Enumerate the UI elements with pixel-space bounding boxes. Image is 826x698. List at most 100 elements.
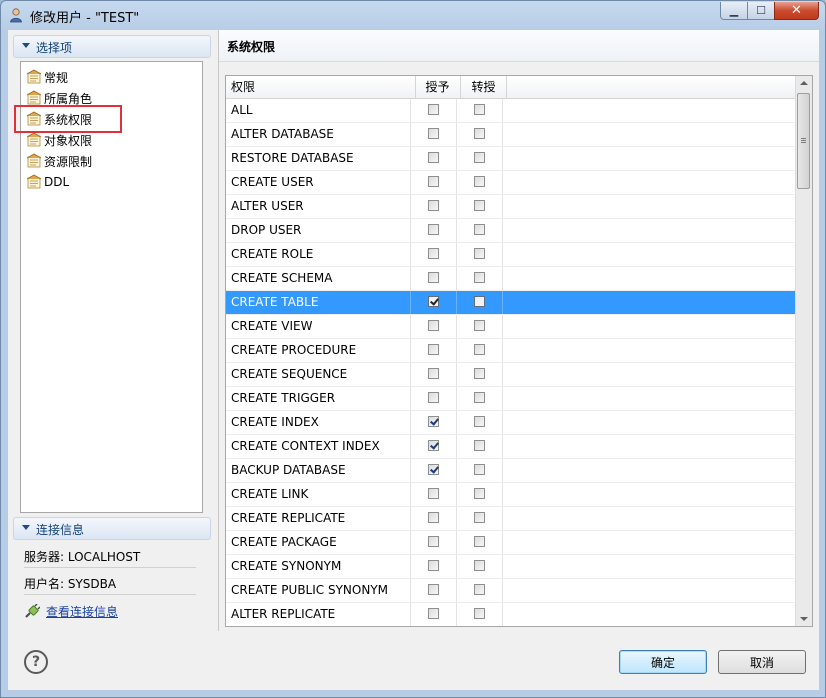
table-row[interactable]: CREATE PACKAGE <box>226 531 796 555</box>
grant-checkbox[interactable] <box>428 392 439 403</box>
grant-checkbox[interactable] <box>428 488 439 499</box>
table-row[interactable]: CREATE CONTEXT INDEX <box>226 435 796 459</box>
regrant-checkbox[interactable] <box>474 368 485 379</box>
ok-button[interactable]: 确定 <box>619 650 707 674</box>
table-row[interactable]: CREATE PROCEDURE <box>226 339 796 363</box>
column-divider <box>502 363 503 386</box>
minimize-button[interactable]: ▁ <box>720 2 748 20</box>
grant-checkbox[interactable] <box>428 536 439 547</box>
regrant-checkbox[interactable] <box>474 320 485 331</box>
vertical-scrollbar[interactable] <box>795 76 812 626</box>
table-row[interactable]: ALTER REPLICATE <box>226 603 796 626</box>
username-info: 用户名: SYSDBA <box>24 577 117 591</box>
regrant-checkbox[interactable] <box>474 416 485 427</box>
table-row[interactable]: DROP USER <box>226 219 796 243</box>
grant-checkbox[interactable] <box>428 440 439 451</box>
grant-checkbox[interactable] <box>428 584 439 595</box>
regrant-checkbox[interactable] <box>474 560 485 571</box>
column-header-privilege[interactable]: 权限 <box>226 76 416 98</box>
page-title: 系统权限 <box>227 40 276 54</box>
help-icon[interactable]: ? <box>24 650 48 674</box>
column-header-regrant[interactable]: 转授 <box>461 76 507 98</box>
regrant-checkbox[interactable] <box>474 608 485 619</box>
close-button[interactable]: ✕ <box>774 2 819 20</box>
column-divider <box>502 507 503 530</box>
regrant-checkbox[interactable] <box>474 536 485 547</box>
privilege-name: CREATE TABLE <box>231 295 319 309</box>
regrant-checkbox[interactable] <box>474 440 485 451</box>
table-row[interactable]: CREATE TRIGGER <box>226 387 796 411</box>
regrant-checkbox[interactable] <box>474 104 485 115</box>
grant-checkbox[interactable] <box>428 368 439 379</box>
regrant-checkbox[interactable] <box>474 224 485 235</box>
table-row[interactable]: BACKUP DATABASE <box>226 459 796 483</box>
grant-checkbox[interactable] <box>428 224 439 235</box>
grant-checkbox[interactable] <box>428 128 439 139</box>
regrant-checkbox[interactable] <box>474 152 485 163</box>
scroll-up-arrow-icon[interactable] <box>800 81 808 85</box>
grant-checkbox[interactable] <box>428 296 439 307</box>
section-header-connection[interactable]: 连接信息 <box>13 517 211 540</box>
grant-checkbox[interactable] <box>428 272 439 283</box>
regrant-checkbox[interactable] <box>474 392 485 403</box>
view-connection-row: 查看连接信息 <box>24 603 118 620</box>
table-row[interactable]: RESTORE DATABASE <box>226 147 796 171</box>
grant-checkbox[interactable] <box>428 560 439 571</box>
cancel-button[interactable]: 取消 <box>718 650 806 674</box>
regrant-checkbox[interactable] <box>474 272 485 283</box>
tree-item[interactable]: 常规 <box>26 67 68 87</box>
regrant-checkbox[interactable] <box>474 512 485 523</box>
table-row[interactable]: CREATE PUBLIC SYNONYM <box>226 579 796 603</box>
tree-item[interactable]: 对象权限 <box>26 130 92 150</box>
column-divider <box>456 291 457 314</box>
tree-item[interactable]: 资源限制 <box>26 151 92 171</box>
regrant-checkbox[interactable] <box>474 488 485 499</box>
view-connection-link[interactable]: 查看连接信息 <box>46 603 118 620</box>
column-divider <box>410 267 411 290</box>
grant-checkbox[interactable] <box>428 104 439 115</box>
scroll-thumb[interactable] <box>797 93 810 189</box>
grant-checkbox[interactable] <box>428 152 439 163</box>
regrant-checkbox[interactable] <box>474 248 485 259</box>
grant-checkbox[interactable] <box>428 248 439 259</box>
privilege-name: CREATE PACKAGE <box>231 535 337 549</box>
grant-checkbox[interactable] <box>428 176 439 187</box>
title-bar[interactable]: 修改用户 - "TEST" ▁ ☐ ✕ <box>1 1 825 29</box>
table-row[interactable]: CREATE SEQUENCE <box>226 363 796 387</box>
maximize-button[interactable]: ☐ <box>747 2 775 20</box>
section-header-options[interactable]: 选择项 <box>13 35 211 58</box>
table-row[interactable]: CREATE VIEW <box>226 315 796 339</box>
column-divider <box>502 219 503 242</box>
column-header-grant[interactable]: 授予 <box>415 76 461 98</box>
table-row[interactable]: CREATE ROLE <box>226 243 796 267</box>
regrant-checkbox[interactable] <box>474 584 485 595</box>
scroll-down-arrow-icon[interactable] <box>800 617 808 621</box>
regrant-checkbox[interactable] <box>474 344 485 355</box>
table-row[interactable]: ALTER USER <box>226 195 796 219</box>
table-row[interactable]: CREATE INDEX <box>226 411 796 435</box>
regrant-checkbox[interactable] <box>474 296 485 307</box>
table-row[interactable]: CREATE LINK <box>226 483 796 507</box>
grant-checkbox[interactable] <box>428 608 439 619</box>
regrant-checkbox[interactable] <box>474 464 485 475</box>
regrant-checkbox[interactable] <box>474 176 485 187</box>
grant-checkbox[interactable] <box>428 512 439 523</box>
column-divider <box>456 123 457 146</box>
grant-checkbox[interactable] <box>428 344 439 355</box>
table-row[interactable]: CREATE SCHEMA <box>226 267 796 291</box>
annotation-highlight-box <box>14 105 122 133</box>
table-row[interactable]: ALTER DATABASE <box>226 123 796 147</box>
grant-checkbox[interactable] <box>428 320 439 331</box>
tree-item[interactable]: DDL <box>26 172 69 192</box>
table-row[interactable]: CREATE REPLICATE <box>226 507 796 531</box>
regrant-checkbox[interactable] <box>474 128 485 139</box>
grant-checkbox[interactable] <box>428 464 439 475</box>
grant-checkbox[interactable] <box>428 416 439 427</box>
table-row[interactable]: CREATE USER <box>226 171 796 195</box>
user-icon <box>10 8 22 23</box>
table-row[interactable]: CREATE TABLE <box>226 291 796 315</box>
table-row[interactable]: ALL <box>226 99 796 123</box>
grant-checkbox[interactable] <box>428 200 439 211</box>
regrant-checkbox[interactable] <box>474 200 485 211</box>
table-row[interactable]: CREATE SYNONYM <box>226 555 796 579</box>
